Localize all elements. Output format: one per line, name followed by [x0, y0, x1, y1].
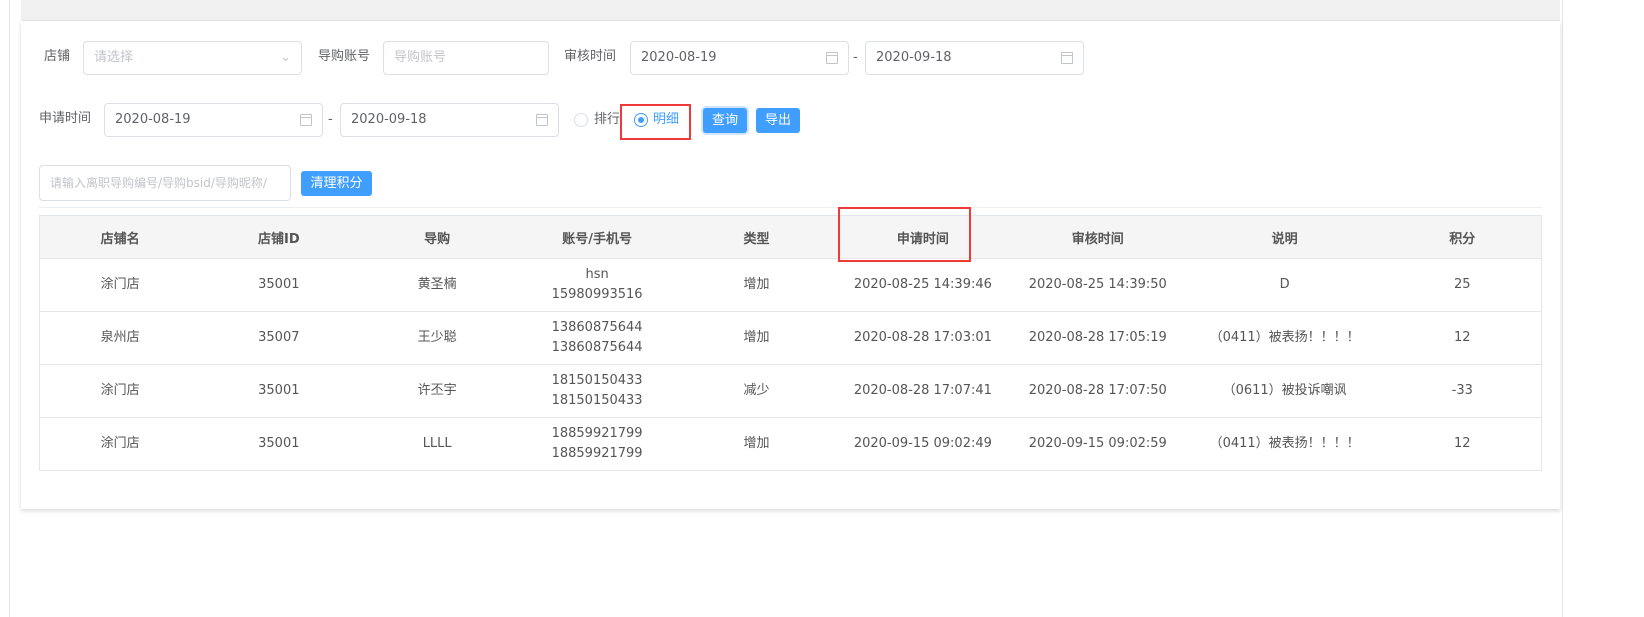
account-cell: hsn 15980993516 — [517, 258, 678, 312]
note-cell: （0411）被表扬！！！！ — [1185, 311, 1384, 365]
guide-account-placeholder: 导购账号 — [394, 50, 447, 65]
highlight-box-apply-time — [838, 207, 971, 262]
calendar-icon — [536, 114, 548, 126]
col-account: 账号/手机号 — [517, 215, 678, 259]
account-cell: 13860875644 13860875644 — [517, 311, 678, 365]
query-button[interactable]: 查询 — [703, 108, 747, 133]
divider — [39, 207, 1542, 208]
review-start-date[interactable]: 2020-08-19 — [630, 41, 849, 75]
store-placeholder: 请选择 — [94, 50, 134, 65]
review-time-label: 审核时间 — [564, 49, 617, 64]
guide-cell: 王少聪 — [357, 311, 518, 365]
review-time-cell: 2020-08-28 17:07:50 — [1009, 364, 1186, 418]
apply-end-date[interactable]: 2020-09-18 — [340, 103, 559, 137]
store-cell: 涂门店 — [39, 364, 201, 418]
review-end-date[interactable]: 2020-09-18 — [865, 41, 1084, 75]
apply-time-cell: 2020-08-28 17:07:41 — [835, 364, 1010, 418]
store-id-cell: 35007 — [200, 311, 358, 365]
store-select[interactable]: 请选择 ⌄ — [83, 41, 302, 75]
export-button[interactable]: 导出 — [756, 108, 800, 133]
resigned-guide-input[interactable]: 请输入离职导购编号/导购bsid/导购昵称/ — [39, 165, 291, 201]
apply-time-cell: 2020-09-15 09:02:49 — [835, 417, 1010, 471]
radio-circle — [574, 113, 588, 127]
store-cell: 泉州店 — [39, 311, 201, 365]
range-separator: - — [853, 50, 858, 65]
store-label: 店铺 — [44, 49, 71, 64]
type-cell: 增加 — [677, 311, 836, 365]
top-bar — [21, 0, 1560, 21]
col-store: 店铺名 — [39, 215, 201, 259]
range-separator: - — [328, 112, 333, 127]
type-cell: 增加 — [677, 258, 836, 312]
resigned-guide-placeholder: 请输入离职导购编号/导购bsid/导购昵称/ — [50, 176, 267, 190]
type-cell: 增加 — [677, 417, 836, 471]
phone-text: 18150150433 — [551, 393, 643, 408]
account-text: hsn — [585, 267, 609, 282]
phone-text: 18859921799 — [551, 446, 643, 461]
table-row: 涂门店 35001 黄圣楠 hsn 15980993516 增加 2020-08-25 14… — [39, 258, 1542, 312]
calendar-icon — [826, 52, 838, 64]
highlight-box-detail — [620, 104, 691, 140]
note-cell: （0611）被投诉嘲讽 — [1185, 364, 1384, 418]
clear-points-button[interactable]: 清理积分 — [301, 171, 372, 196]
account-cell: 18859921799 18859921799 — [517, 417, 678, 471]
points-cell: 12 — [1383, 417, 1542, 471]
apply-time-label: 申请时间 — [39, 111, 92, 126]
right-divider — [1562, 0, 1563, 617]
note-cell: D — [1185, 258, 1384, 312]
calendar-icon — [1061, 52, 1073, 64]
guide-account-label: 导购账号 — [318, 49, 371, 64]
col-note: 说明 — [1185, 215, 1384, 259]
phone-text: 15980993516 — [551, 287, 643, 302]
store-id-cell: 35001 — [200, 417, 358, 471]
account-text: 13860875644 — [551, 320, 643, 335]
apply-end-value: 2020-09-18 — [351, 112, 427, 127]
guide-cell: 黄圣楠 — [357, 258, 518, 312]
table-row: 涂门店 35001 许丕宇 18150150433 18150150433 减少 2020-… — [39, 364, 1542, 418]
phone-text: 13860875644 — [551, 340, 643, 355]
review-start-value: 2020-08-19 — [641, 50, 717, 65]
store-id-cell: 35001 — [200, 364, 358, 418]
review-time-cell: 2020-09-15 09:02:59 — [1009, 417, 1186, 471]
col-guide: 导购 — [357, 215, 518, 259]
apply-time-cell: 2020-08-25 14:39:46 — [835, 258, 1010, 312]
points-cell: -33 — [1383, 364, 1542, 418]
apply-time-cell: 2020-08-28 17:03:01 — [835, 311, 1010, 365]
store-cell: 涂门店 — [39, 258, 201, 312]
store-cell: 涂门店 — [39, 417, 201, 471]
store-id-cell: 35001 — [200, 258, 358, 312]
points-cell: 25 — [1383, 258, 1542, 312]
calendar-icon — [300, 114, 312, 126]
review-end-value: 2020-09-18 — [876, 50, 952, 65]
account-text: 18150150433 — [551, 373, 643, 388]
type-cell: 减少 — [677, 364, 836, 418]
guide-cell: 许丕宇 — [357, 364, 518, 418]
table-row: 泉州店 35007 王少聪 13860875644 13860875644 增加 2020-… — [39, 311, 1542, 365]
note-cell: （0411）被表扬！！！！ — [1185, 417, 1384, 471]
account-cell: 18150150433 18150150433 — [517, 364, 678, 418]
col-type: 类型 — [677, 215, 836, 259]
account-text: 18859921799 — [551, 426, 643, 441]
guide-cell: LLLL — [357, 417, 518, 471]
col-points: 积分 — [1383, 215, 1542, 259]
col-review-time: 审核时间 — [1009, 215, 1186, 259]
chevron-down-icon: ⌄ — [280, 50, 291, 65]
table-header: 店铺名 店铺ID 导购 账号/手机号 类型 申请时间 审核时间 说明 积分 — [39, 215, 1542, 259]
col-store-id: 店铺ID — [200, 215, 358, 259]
apply-start-date[interactable]: 2020-08-19 — [104, 103, 323, 137]
guide-account-input[interactable]: 导购账号 — [383, 41, 549, 75]
apply-start-value: 2020-08-19 — [115, 112, 191, 127]
review-time-cell: 2020-08-28 17:05:19 — [1009, 311, 1186, 365]
review-time-cell: 2020-08-25 14:39:50 — [1009, 258, 1186, 312]
points-cell: 12 — [1383, 311, 1542, 365]
table-row: 涂门店 35001 LLLL 18859921799 18859921799 增加 2020… — [39, 417, 1542, 471]
points-table: 店铺名 店铺ID 导购 账号/手机号 类型 申请时间 审核时间 说明 积分 涂门… — [39, 215, 1542, 471]
radio-rank[interactable]: 排行 — [574, 112, 624, 129]
radio-rank-label: 排行 — [594, 112, 621, 127]
left-divider — [9, 0, 10, 617]
